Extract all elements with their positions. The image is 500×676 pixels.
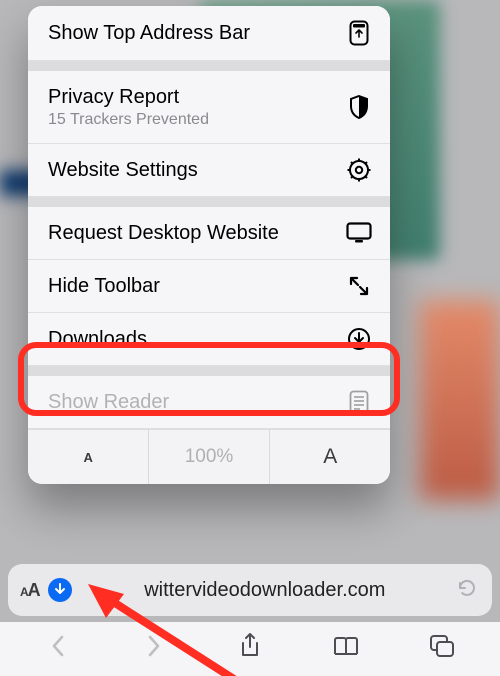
request-desktop-website-item[interactable]: Request Desktop Website — [28, 207, 390, 260]
menu-separator — [28, 366, 390, 376]
url-text: wittervideodownloader.com — [82, 579, 448, 602]
hide-toolbar-item[interactable]: Hide Toolbar — [28, 260, 390, 313]
downloads-item[interactable]: Downloads — [28, 313, 390, 366]
share-button[interactable] — [235, 632, 265, 660]
website-settings-label: Website Settings — [48, 158, 346, 182]
bottom-area: AA wittervideodownloader.com — [0, 564, 500, 676]
website-settings-item[interactable]: Website Settings — [28, 144, 390, 197]
privacy-report-subtitle: 15 Trackers Prevented — [48, 111, 346, 129]
privacy-report-item[interactable]: Privacy Report 15 Trackers Prevented — [28, 71, 390, 144]
downloads-badge-icon[interactable] — [48, 578, 72, 602]
download-circle-icon — [346, 327, 372, 351]
zoom-row: A 100% A — [28, 429, 390, 484]
background-blur-2 — [420, 300, 500, 500]
back-button[interactable] — [43, 634, 73, 658]
reader-document-icon — [346, 390, 372, 414]
url-bar[interactable]: AA wittervideodownloader.com — [8, 564, 492, 616]
text-size-button[interactable]: AA — [20, 580, 40, 601]
shield-icon — [346, 95, 372, 119]
request-desktop-label: Request Desktop Website — [48, 221, 346, 245]
desktop-monitor-icon — [346, 222, 372, 244]
zoom-out-button[interactable]: A — [28, 429, 148, 484]
downloads-label: Downloads — [48, 327, 346, 351]
zoom-percent-label: 100% — [148, 429, 269, 484]
zoom-in-button[interactable]: A — [269, 429, 390, 484]
menu-separator — [28, 61, 390, 71]
show-top-address-bar-label: Show Top Address Bar — [48, 21, 346, 45]
menu-separator — [28, 197, 390, 207]
page-settings-menu: Show Top Address Bar Privacy Report 15 T… — [28, 6, 390, 484]
diagonal-arrows-icon — [346, 275, 372, 297]
show-reader-label: Show Reader — [48, 390, 346, 414]
hide-toolbar-label: Hide Toolbar — [48, 274, 346, 298]
forward-button — [139, 634, 169, 658]
safari-toolbar — [0, 622, 500, 676]
gear-icon — [346, 158, 372, 182]
tabs-button[interactable] — [427, 634, 457, 658]
reload-icon[interactable] — [456, 577, 478, 604]
show-top-address-bar-item[interactable]: Show Top Address Bar — [28, 6, 390, 61]
address-bar-top-icon — [346, 20, 372, 46]
show-reader-item: Show Reader — [28, 376, 390, 429]
bookmarks-button[interactable] — [331, 635, 361, 657]
privacy-report-label: Privacy Report — [48, 85, 346, 109]
